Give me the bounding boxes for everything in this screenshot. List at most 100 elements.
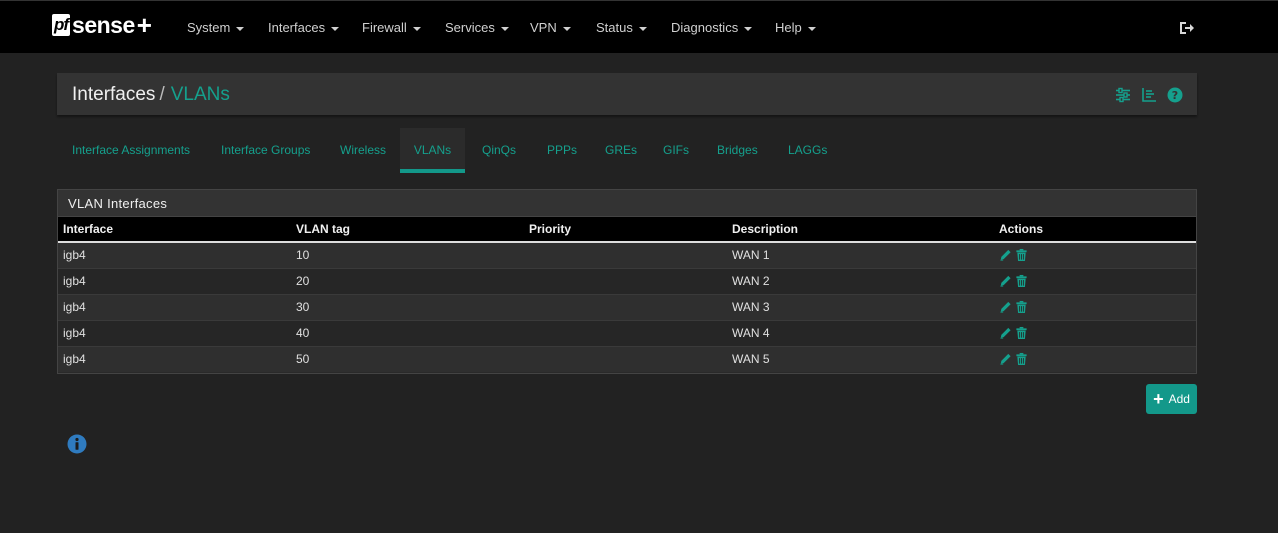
caret-down-icon [331,26,340,31]
cell-description: WAN 2 [727,267,994,294]
caret-down-icon [500,26,509,31]
breadcrumb: Interfaces / VLANs ? [57,73,1197,115]
delete-trash-icon[interactable] [1015,248,1028,262]
cell-description: WAN 5 [727,345,994,372]
row-actions [999,300,1196,314]
cell-priority [524,319,727,346]
table-row: igb4 50 WAN 5 [58,345,1196,372]
vlan-interfaces-panel: VLAN Interfaces Interface VLAN tag Prior… [57,189,1197,374]
cell-vlan-tag: 10 [291,241,524,268]
nav-menu-status[interactable]: Status [596,20,647,35]
column-header-actions: Actions [994,217,1196,243]
log-chart-icon[interactable] [1141,87,1157,103]
edit-pencil-icon[interactable] [999,300,1012,314]
delete-trash-icon[interactable] [1015,274,1028,288]
nav-menu-services[interactable]: Services [445,20,509,35]
table-row: igb4 20 WAN 2 [58,267,1196,294]
plus-icon: + [1153,388,1164,409]
breadcrumb-current[interactable]: VLANs [171,84,230,105]
caret-down-icon [744,26,753,31]
cell-actions [994,267,1196,294]
table-header-row: Interface VLAN tag Priority Description … [58,217,1196,243]
cell-vlan-tag: 30 [291,293,524,320]
sliders-icon[interactable] [1115,87,1131,103]
breadcrumb-root[interactable]: Interfaces [72,84,155,105]
tab-gres[interactable]: GREs [605,128,637,173]
nav-menu-system[interactable]: System [187,20,245,35]
info-icon[interactable] [67,434,87,454]
tab-bridges[interactable]: Bridges [717,128,758,173]
add-button-label: Add [1168,392,1190,406]
column-header-priority: Priority [524,217,727,243]
tab-qinqs[interactable]: QinQs [482,128,516,173]
cell-vlan-tag: 20 [291,267,524,294]
breadcrumb-separator: / [159,84,165,105]
add-button[interactable]: + Add [1146,384,1197,414]
cell-actions [994,241,1196,268]
delete-trash-icon[interactable] [1015,300,1028,314]
cell-actions [994,293,1196,320]
caret-down-icon [807,26,816,31]
cell-priority [524,345,727,372]
cell-interface: igb4 [58,345,291,372]
breadcrumb-icons: ? [1115,87,1183,103]
tab-interface-groups[interactable]: Interface Groups [221,128,310,173]
nav-menu-interfaces[interactable]: Interfaces [268,20,340,35]
cell-priority [524,293,727,320]
cell-description: WAN 3 [727,293,994,320]
column-header-vlan-tag: VLAN tag [291,217,524,243]
edit-pencil-icon[interactable] [999,352,1012,366]
tab-interface-assignments[interactable]: Interface Assignments [72,128,190,173]
logo-prefix: pf [52,14,71,36]
nav-menu-help[interactable]: Help [775,20,816,35]
cell-priority [524,267,727,294]
pfsense-logo[interactable]: pf sense + [52,11,152,39]
page-title: Interfaces / VLANs [72,84,230,106]
row-actions [999,274,1196,288]
logo-name: sense [72,11,135,38]
row-actions [999,248,1196,262]
edit-pencil-icon[interactable] [999,274,1012,288]
help-icon[interactable]: ? [1167,87,1183,103]
cell-vlan-tag: 40 [291,319,524,346]
panel-title: VLAN Interfaces [58,190,1196,217]
cell-priority [524,241,727,268]
edit-pencil-icon[interactable] [999,248,1012,262]
logo-suffix: + [136,10,152,40]
delete-trash-icon[interactable] [1015,326,1028,340]
nav-menu-diagnostics[interactable]: Diagnostics [671,20,753,35]
caret-down-icon [236,26,245,31]
nav-menu-vpn[interactable]: VPN [530,20,571,35]
logout-icon[interactable] [1177,19,1195,37]
cell-actions [994,345,1196,372]
cell-interface: igb4 [58,293,291,320]
edit-pencil-icon[interactable] [999,326,1012,340]
table-row: igb4 30 WAN 3 [58,293,1196,320]
nav-label: System [187,20,231,35]
nav-label: Firewall [362,20,407,35]
table-row: igb4 40 WAN 4 [58,319,1196,346]
tab-ppps[interactable]: PPPs [547,128,577,173]
caret-down-icon [412,26,421,31]
tab-laggs[interactable]: LAGGs [788,128,827,173]
caret-down-icon [638,26,647,31]
cell-vlan-tag: 50 [291,345,524,372]
nav-label: Status [596,20,633,35]
nav-label: Diagnostics [671,20,739,35]
nav-menu-firewall[interactable]: Firewall [362,20,421,35]
cell-actions [994,319,1196,346]
column-header-interface: Interface [58,217,291,243]
delete-trash-icon[interactable] [1015,352,1028,366]
nav-label: Interfaces [268,20,326,35]
vlan-table: Interface VLAN tag Priority Description … [58,217,1196,372]
tab-vlans[interactable]: VLANs [400,128,465,173]
cell-description: WAN 4 [727,319,994,346]
row-actions [999,326,1196,340]
cell-interface: igb4 [58,267,291,294]
tab-gifs[interactable]: GIFs [663,128,689,173]
tab-wireless[interactable]: Wireless [340,128,386,173]
column-header-description: Description [727,217,994,243]
nav-label: Help [775,20,802,35]
svg-text:?: ? [1172,89,1178,102]
table-row: igb4 10 WAN 1 [58,241,1196,268]
